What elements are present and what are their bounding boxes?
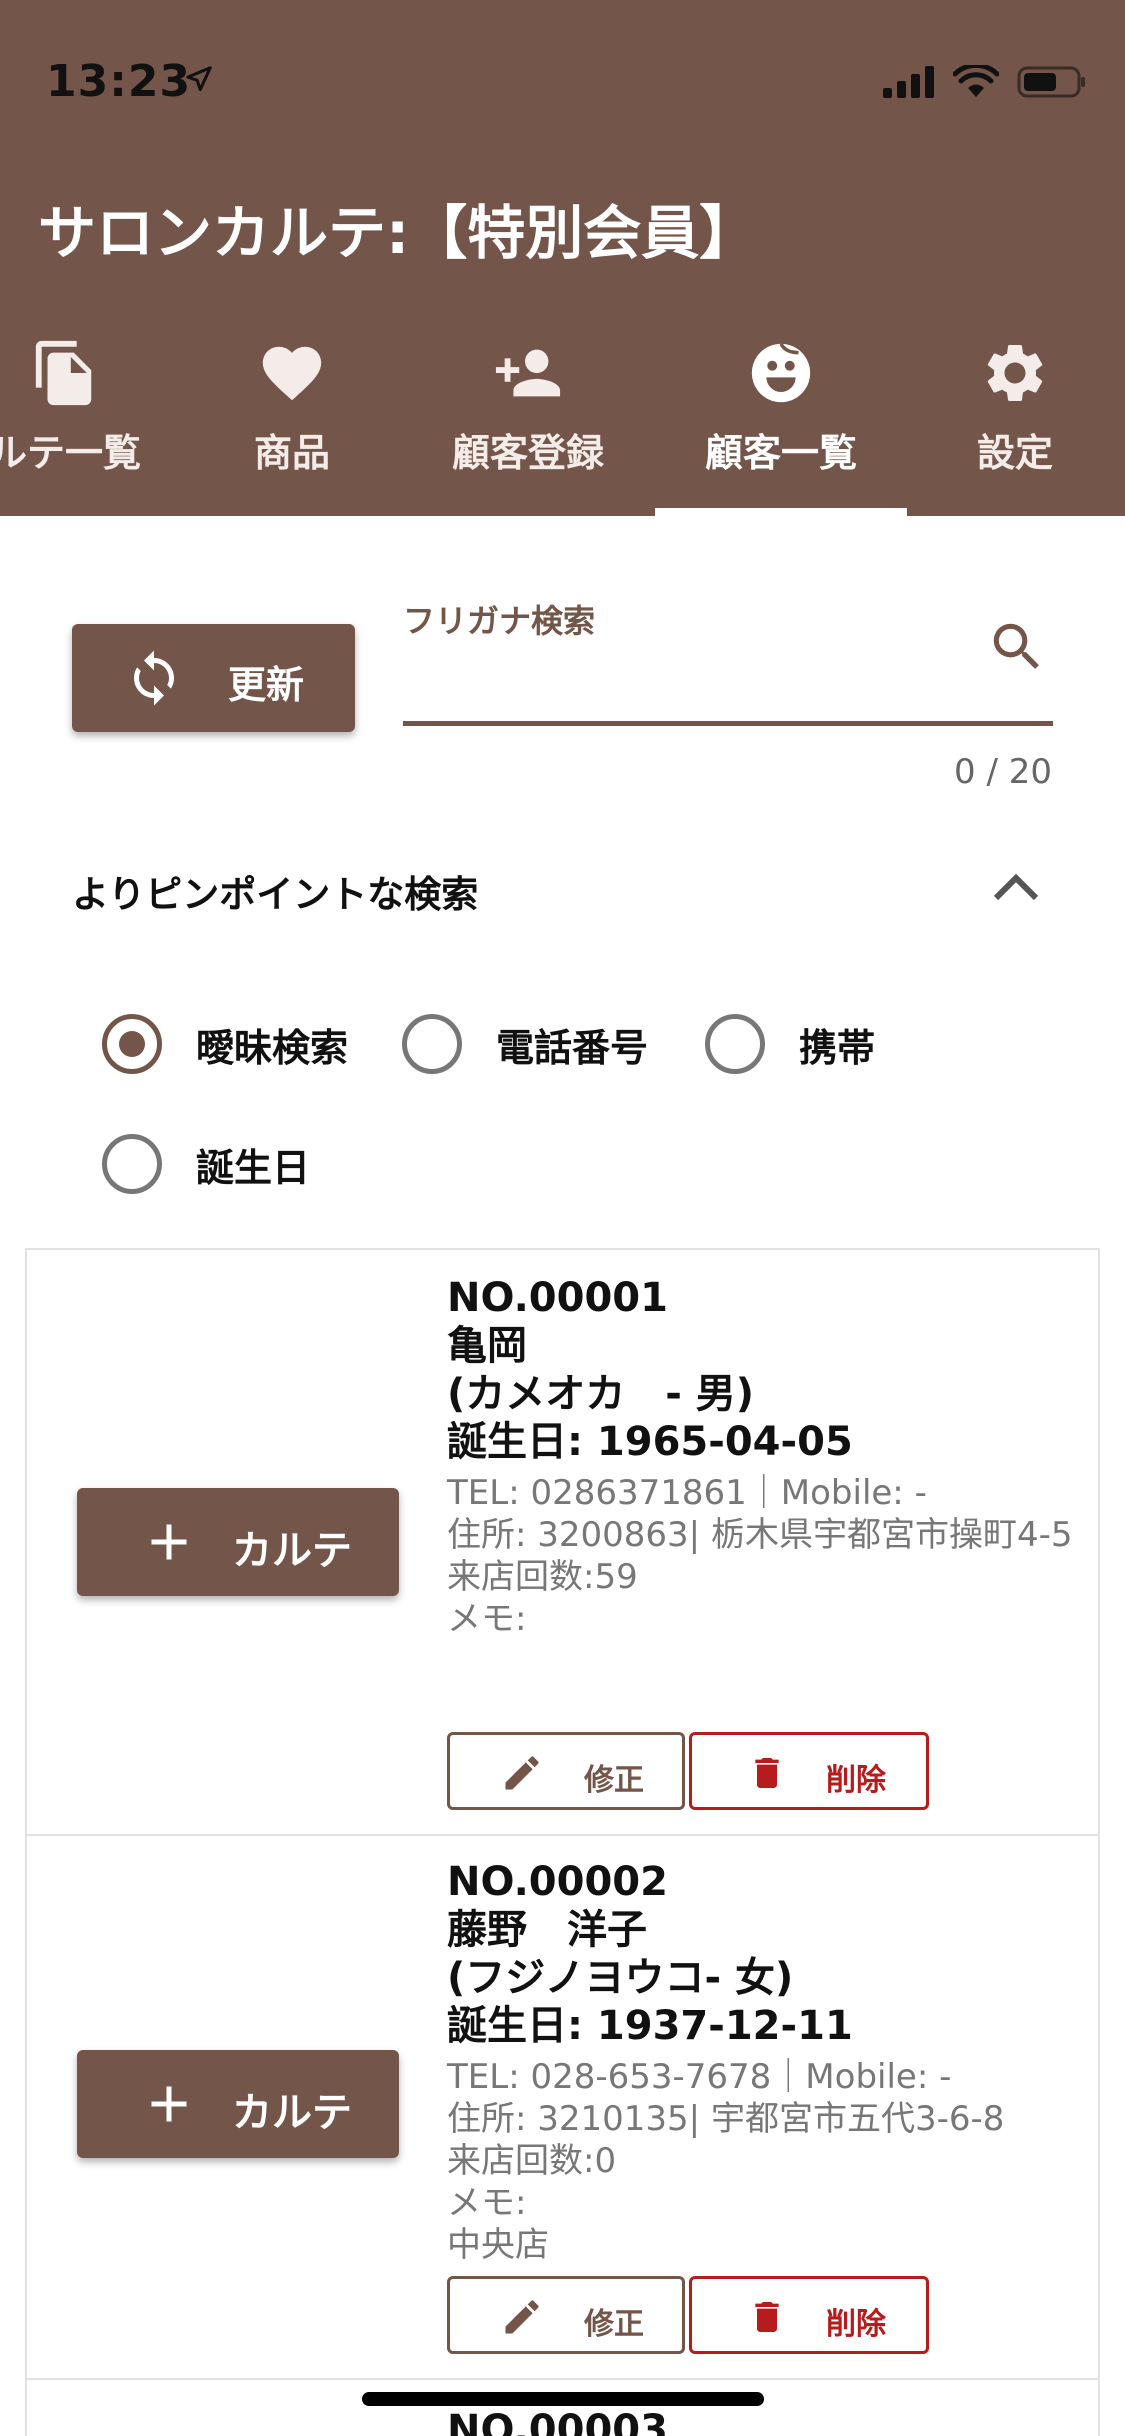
radio-label: 誕生日 — [196, 1145, 311, 1190]
add-karte-button[interactable]: カルテ — [77, 1488, 399, 1596]
tab-customer-register[interactable]: 顧客登録 — [403, 330, 653, 516]
customer-card: カルテ NO.00001 亀岡 (カメオカ - 男) 誕生日: 1965-04-… — [27, 1250, 1098, 1836]
customer-memo: メモ: — [447, 2183, 527, 2223]
radio-mobile[interactable]: 携帯 — [705, 1014, 875, 1074]
home-indicator — [362, 2392, 764, 2406]
customer-number: NO.00001 — [447, 1275, 668, 1321]
radio-button[interactable] — [102, 1134, 162, 1194]
status-time: 13:23 — [46, 56, 192, 107]
customer-card: NO.00003 — [27, 2382, 1098, 2436]
add-person-icon — [495, 349, 561, 397]
chevron-up-icon[interactable] — [990, 866, 1042, 906]
customer-info: NO.00001 亀岡 (カメオカ - 男) 誕生日: 1965-04-05 T… — [447, 1274, 1087, 1640]
tab-label: ルテ一覧 — [0, 431, 141, 475]
radio-button[interactable] — [102, 1014, 162, 1074]
gear-icon — [987, 345, 1043, 401]
trash-icon — [755, 1758, 779, 1788]
advanced-search-title: よりピンポイントな検索 — [72, 873, 479, 916]
radio-label: 電話番号 — [496, 1025, 649, 1070]
add-karte-label: カルテ — [232, 2090, 352, 2136]
customer-address: 住所: 3210135| 宇都宮市五代3-6-8 — [447, 2099, 1005, 2139]
face-icon — [751, 342, 811, 403]
customer-birthday: 誕生日: 1965-04-05 — [447, 1419, 853, 1465]
delete-button[interactable]: 削除 — [689, 1732, 929, 1810]
tab-karte-list[interactable]: ルテ一覧 — [0, 330, 190, 516]
customer-kana: (カメオカ - 男) — [447, 1371, 755, 1417]
add-karte-label: カルテ — [232, 1528, 352, 1574]
radio-phone[interactable]: 電話番号 — [402, 1014, 648, 1074]
customer-store: 中央店 — [447, 2225, 549, 2265]
customer-visits: 来店回数:59 — [447, 1557, 638, 1597]
radio-fuzzy[interactable]: 曖昧検索 — [102, 1014, 348, 1074]
customer-number: NO.00003 — [447, 2407, 668, 2436]
signal-icon — [883, 66, 934, 98]
plus-icon — [151, 2086, 187, 2122]
delete-label: 削除 — [826, 1763, 886, 1798]
character-counter: 0 / 20 — [954, 752, 1052, 792]
delete-button[interactable]: 削除 — [689, 2276, 929, 2354]
app-header: 13:23 サロンカルテ:【特別会員】 ルテ一覧 商品 顧客登録 顧客一覧 設定 — [0, 0, 1125, 516]
tab-label: 顧客一覧 — [704, 431, 857, 475]
location-arrow-icon — [186, 66, 212, 92]
tab-label: 顧客登録 — [451, 431, 604, 475]
battery-icon — [1017, 66, 1085, 98]
refresh-label: 更新 — [228, 663, 305, 707]
app-title: サロンカルテ:【特別会員】 — [38, 199, 758, 267]
customer-name: 亀岡 — [447, 1323, 527, 1369]
kana-search-input[interactable] — [403, 640, 1053, 726]
edit-label: 修正 — [584, 2307, 644, 2342]
radio-label: 携帯 — [799, 1025, 876, 1070]
tab-label: 商品 — [253, 431, 330, 475]
refresh-button[interactable]: 更新 — [72, 624, 355, 732]
edit-button[interactable]: 修正 — [447, 1732, 685, 1810]
documents-icon — [35, 340, 92, 406]
search-icon[interactable] — [986, 616, 1048, 678]
customer-info: NO.00003 — [447, 2406, 1087, 2436]
heart-icon — [262, 346, 322, 401]
pencil-icon — [505, 2300, 539, 2334]
customer-tel: TEL: 028-653-7678｜Mobile: - — [447, 2057, 952, 2097]
wifi-icon — [953, 65, 999, 97]
delete-label: 削除 — [826, 2307, 886, 2342]
customer-memo: メモ: — [447, 1599, 527, 1639]
add-karte-button[interactable]: カルテ — [77, 2050, 399, 2158]
tab-customer-list[interactable]: 顧客一覧 — [656, 330, 906, 516]
pencil-icon — [505, 1756, 539, 1790]
customer-birthday: 誕生日: 1937-12-11 — [447, 2003, 853, 2049]
edit-button[interactable]: 修正 — [447, 2276, 685, 2354]
trash-icon — [755, 2302, 779, 2332]
status-bar: 13:23 — [0, 0, 1125, 150]
radio-label: 曖昧検索 — [196, 1025, 349, 1070]
kana-search-label: フリガナ検索 — [403, 602, 596, 640]
customer-address: 住所: 3200863| 栃木県宇都宮市操町4-5 — [447, 1515, 1073, 1555]
radio-button[interactable] — [402, 1014, 462, 1074]
radio-birthday[interactable]: 誕生日 — [102, 1134, 310, 1194]
customer-tel: TEL: 0286371861｜Mobile: - — [447, 1473, 927, 1513]
customer-card: カルテ NO.00002 藤野 洋子 (フジノヨウコ- 女) 誕生日: 1937… — [27, 1836, 1098, 2380]
card-actions: 修正 削除 — [447, 2276, 929, 2354]
edit-label: 修正 — [584, 1763, 644, 1798]
tab-products[interactable]: 商品 — [167, 330, 417, 516]
active-tab-indicator — [655, 508, 907, 516]
customer-kana: (フジノヨウコ- 女) — [447, 1955, 794, 2001]
customer-list: カルテ NO.00001 亀岡 (カメオカ - 男) 誕生日: 1965-04-… — [25, 1248, 1100, 2436]
customer-info: NO.00002 藤野 洋子 (フジノヨウコ- 女) 誕生日: 1937-12-… — [447, 1858, 1087, 2266]
tab-bar: ルテ一覧 商品 顧客登録 顧客一覧 設定 — [0, 330, 1125, 516]
customer-number: NO.00002 — [447, 1859, 668, 1905]
tab-label: 設定 — [976, 431, 1053, 475]
plus-icon — [151, 1524, 187, 1560]
refresh-icon — [134, 650, 174, 706]
radio-button[interactable] — [705, 1014, 765, 1074]
tab-settings[interactable]: 設定 — [890, 330, 1125, 516]
customer-name: 藤野 洋子 — [447, 1907, 647, 1953]
status-icons — [883, 62, 1087, 102]
card-actions: 修正 削除 — [447, 1732, 929, 1810]
customer-visits: 来店回数:0 — [447, 2141, 617, 2181]
